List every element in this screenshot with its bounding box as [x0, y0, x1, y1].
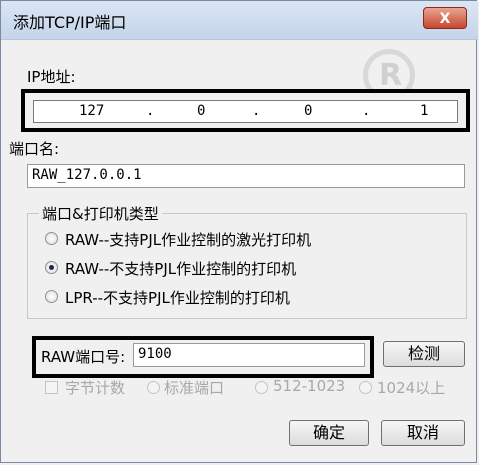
radio-512-1023[interactable]	[255, 381, 268, 394]
raw-port-label: RAW端口号:	[41, 348, 126, 366]
ip-octet-2[interactable]: 0	[197, 103, 205, 119]
port-name-input[interactable]: RAW_127.0.0.1	[27, 164, 465, 188]
close-button[interactable]: X	[423, 7, 467, 29]
ip-separator-1: .	[146, 103, 155, 119]
radio-standard-port[interactable]	[147, 381, 160, 394]
dialog-window: 添加TCP/IP端口 X R IP地址: 127 . 0 . 0 . 1 端口名…	[0, 0, 478, 463]
ip-separator-2: .	[252, 103, 261, 119]
radio-standard-port-label: 标准端口	[164, 379, 225, 397]
radio-raw-pjl-laser[interactable]	[45, 232, 58, 245]
port-type-group-title: 端口&打印机类型	[39, 203, 162, 224]
radio-raw-no-pjl[interactable]	[45, 261, 58, 274]
radio-1024-above[interactable]	[359, 381, 372, 394]
ip-address-label: IP地址:	[27, 68, 76, 86]
ip-address-input[interactable]: 127 . 0 . 0 . 1	[33, 100, 458, 123]
radio-raw-no-pjl-label[interactable]: RAW--不支持PJL作业控制的打印机	[65, 258, 296, 279]
radio-lpr-no-pjl[interactable]	[45, 290, 58, 303]
radio-raw-pjl-laser-label[interactable]: RAW--支持PJL作业控制的激光打印机	[65, 229, 311, 250]
title-bar[interactable]: 添加TCP/IP端口 X	[1, 1, 478, 40]
port-name-label: 端口名:	[9, 140, 60, 158]
radio-lpr-no-pjl-label[interactable]: LPR--不支持PJL作业控制的打印机	[65, 287, 290, 308]
ip-separator-3: .	[362, 103, 371, 119]
ip-address-highlight: 127 . 0 . 0 . 1	[21, 89, 470, 132]
detect-button[interactable]: 检测	[383, 341, 465, 367]
radio-512-1023-label: 512-1023	[273, 377, 346, 395]
close-icon: X	[439, 11, 451, 27]
raw-port-input[interactable]: 9100	[133, 343, 365, 367]
window-title: 添加TCP/IP端口	[13, 13, 127, 32]
ok-button[interactable]: 确定	[289, 420, 369, 446]
byte-count-checkbox[interactable]	[45, 381, 58, 394]
cancel-button[interactable]: 取消	[381, 420, 465, 446]
ip-octet-3[interactable]: 0	[304, 103, 312, 119]
ip-octet-1[interactable]: 127	[79, 103, 104, 119]
byte-count-label: 字节计数	[65, 379, 126, 397]
radio-1024-above-label: 1024以上	[377, 379, 446, 397]
ip-octet-4[interactable]: 1	[420, 103, 428, 119]
